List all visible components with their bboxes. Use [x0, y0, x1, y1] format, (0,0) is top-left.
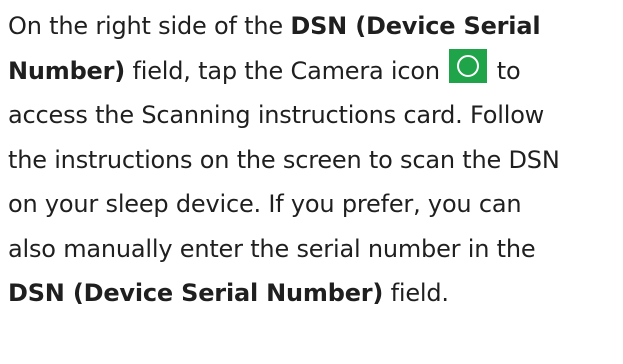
instruction-text: field, tap the Camera icon: [125, 56, 448, 85]
instruction-line: on your sleep device. If you prefer, you…: [8, 190, 522, 218]
dsn-field-name: DSN (Device Serial: [290, 12, 541, 40]
instruction-line: also manually enter the serial number in…: [8, 234, 536, 263]
camera-icon: [449, 48, 488, 83]
instruction-line: On the right side of the DSN (Device Ser…: [8, 4, 620, 49]
instruction-line: Number) field, tap the Camera icon to: [8, 48, 620, 94]
instruction-line: DSN (Device Serial Number) field.: [8, 271, 620, 316]
dsn-instruction-paragraph: On the right side of the DSN (Device Ser…: [8, 4, 620, 316]
instruction-text: On the right side of the: [8, 12, 291, 40]
dsn-field-name: DSN (Device Serial Number): [8, 279, 384, 307]
instruction-text: field.: [383, 279, 449, 307]
camera-lens: [457, 54, 480, 77]
instruction-line: the instructions on the screen to scan t…: [8, 145, 560, 174]
instruction-line: access the Scanning instructions card. F…: [8, 101, 545, 129]
dsn-field-name: Number): [8, 56, 126, 85]
instruction-text: to: [489, 56, 521, 85]
